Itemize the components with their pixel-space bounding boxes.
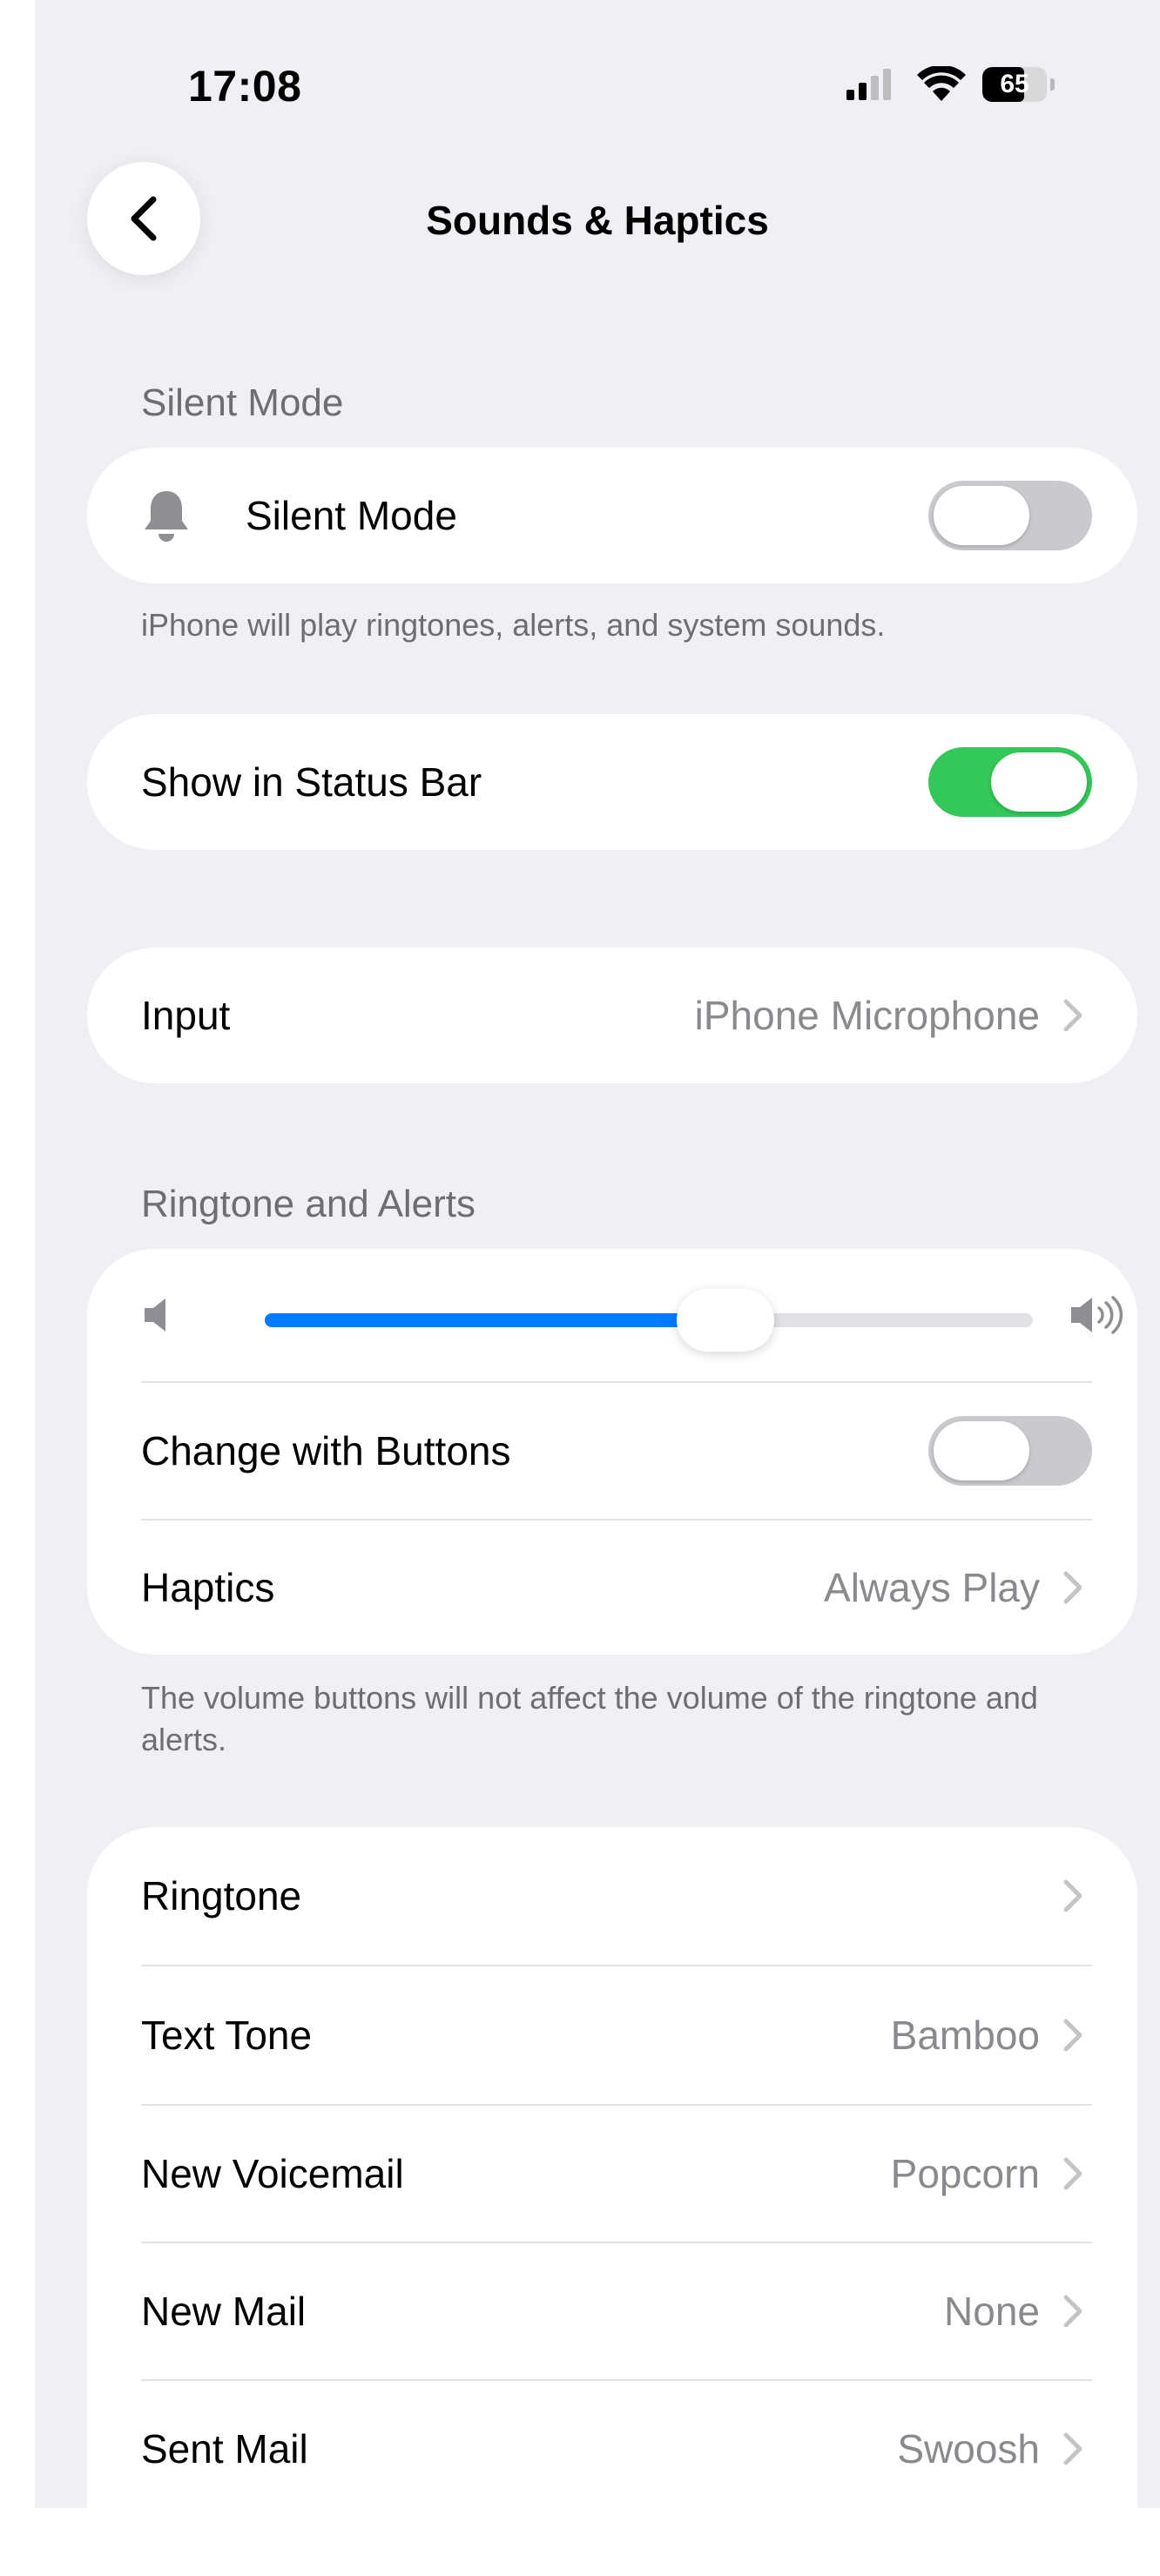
change-with-buttons-row: Change with Buttons — [87, 1383, 1137, 1519]
volume-row — [87, 1249, 1137, 1381]
change-with-buttons-label: Change with Buttons — [141, 1428, 511, 1473]
toggle-knob — [934, 1421, 1029, 1480]
status-bar-card: Show in Status Bar — [87, 714, 1137, 850]
volume-slider-fill — [265, 1313, 726, 1327]
chevron-right-icon — [1063, 1879, 1082, 1912]
tone-row-sent-mail[interactable]: Sent Mail Swoosh — [87, 2381, 1137, 2517]
change-with-buttons-toggle[interactable] — [928, 1416, 1092, 1486]
status-icons: 65 — [845, 63, 1055, 106]
chevron-right-icon — [1063, 2295, 1082, 2328]
silent-mode-row: Silent Mode — [87, 448, 1137, 583]
silent-mode-footer: iPhone will play ringtones, alerts, and … — [141, 607, 886, 643]
chevron-right-icon — [1063, 2019, 1082, 2052]
toggle-knob — [991, 752, 1087, 812]
wifi-icon — [917, 66, 966, 101]
haptics-value: Always Play — [824, 1565, 1040, 1610]
page-title: Sounds & Haptics — [426, 198, 769, 243]
section-header-silent-mode: Silent Mode — [141, 381, 344, 424]
tone-label: Sent Mail — [141, 2426, 308, 2471]
tone-value: None — [944, 2289, 1040, 2334]
haptics-row[interactable]: Haptics Always Play — [87, 1521, 1137, 1655]
silent-mode-label: Silent Mode — [246, 493, 457, 538]
tone-row-new-voicemail[interactable]: New Voicemail Popcorn — [87, 2106, 1137, 2242]
tone-row-ringtone[interactable]: Ringtone — [87, 1827, 1137, 1965]
ringtone-alerts-footer: The volume buttons will not affect the v… — [141, 1680, 1038, 1757]
volume-slider-thumb[interactable] — [677, 1289, 775, 1352]
battery-cap — [1050, 78, 1055, 91]
tone-label: Ringtone — [141, 1873, 302, 1919]
section-header-ringtone-alerts: Ringtone and Alerts — [141, 1183, 476, 1225]
speaker-high-icon — [1071, 1296, 1123, 1334]
input-label: Input — [141, 993, 231, 1038]
tone-label: New Mail — [141, 2289, 307, 2334]
tones-card: Ringtone Text Tone Bamboo New Voicemail … — [87, 1827, 1137, 2576]
ringtone-alerts-card: Change with Buttons Haptics Always Play — [87, 1249, 1137, 1655]
toggle-knob — [934, 486, 1029, 545]
show-in-status-bar-toggle[interactable] — [928, 747, 1092, 817]
battery-icon: 65 — [982, 67, 1055, 102]
silent-mode-toggle[interactable] — [928, 481, 1092, 550]
battery-body: 65 — [982, 67, 1047, 102]
silent-mode-card: Silent Mode — [87, 448, 1137, 583]
screen: 17:08 65 Sounds & Haptics Silent Mode Si… — [35, 0, 1160, 2576]
bell-icon — [145, 491, 188, 542]
show-in-status-bar-row: Show in Status Bar — [87, 714, 1137, 850]
volume-slider[interactable] — [265, 1289, 1033, 1352]
show-in-status-bar-label: Show in Status Bar — [141, 759, 482, 805]
tone-row-text-tone[interactable]: Text Tone Bamboo — [87, 1966, 1137, 2104]
speaker-low-icon — [145, 1298, 165, 1332]
tone-value: Swoosh — [897, 2426, 1040, 2471]
input-card: Input iPhone Microphone — [87, 947, 1137, 1083]
chevron-right-icon — [1063, 2157, 1082, 2190]
tone-value: Popcorn — [890, 2151, 1040, 2196]
chevron-right-icon — [1063, 2432, 1082, 2465]
chevron-right-icon — [1063, 999, 1082, 1032]
tone-row-new-mail[interactable]: New Mail None — [87, 2243, 1137, 2379]
input-value: iPhone Microphone — [694, 993, 1040, 1038]
chevron-right-icon — [1063, 1571, 1082, 1604]
cellular-signal-icon — [846, 69, 891, 100]
tone-label: New Voicemail — [141, 2151, 404, 2196]
haptics-label: Haptics — [141, 1565, 275, 1610]
status-time: 17:08 — [188, 62, 302, 111]
tone-value: Bamboo — [890, 2013, 1040, 2058]
battery-percentage: 65 — [1000, 70, 1029, 98]
input-row[interactable]: Input iPhone Microphone — [87, 947, 1137, 1083]
tone-label: Text Tone — [141, 2013, 313, 2058]
